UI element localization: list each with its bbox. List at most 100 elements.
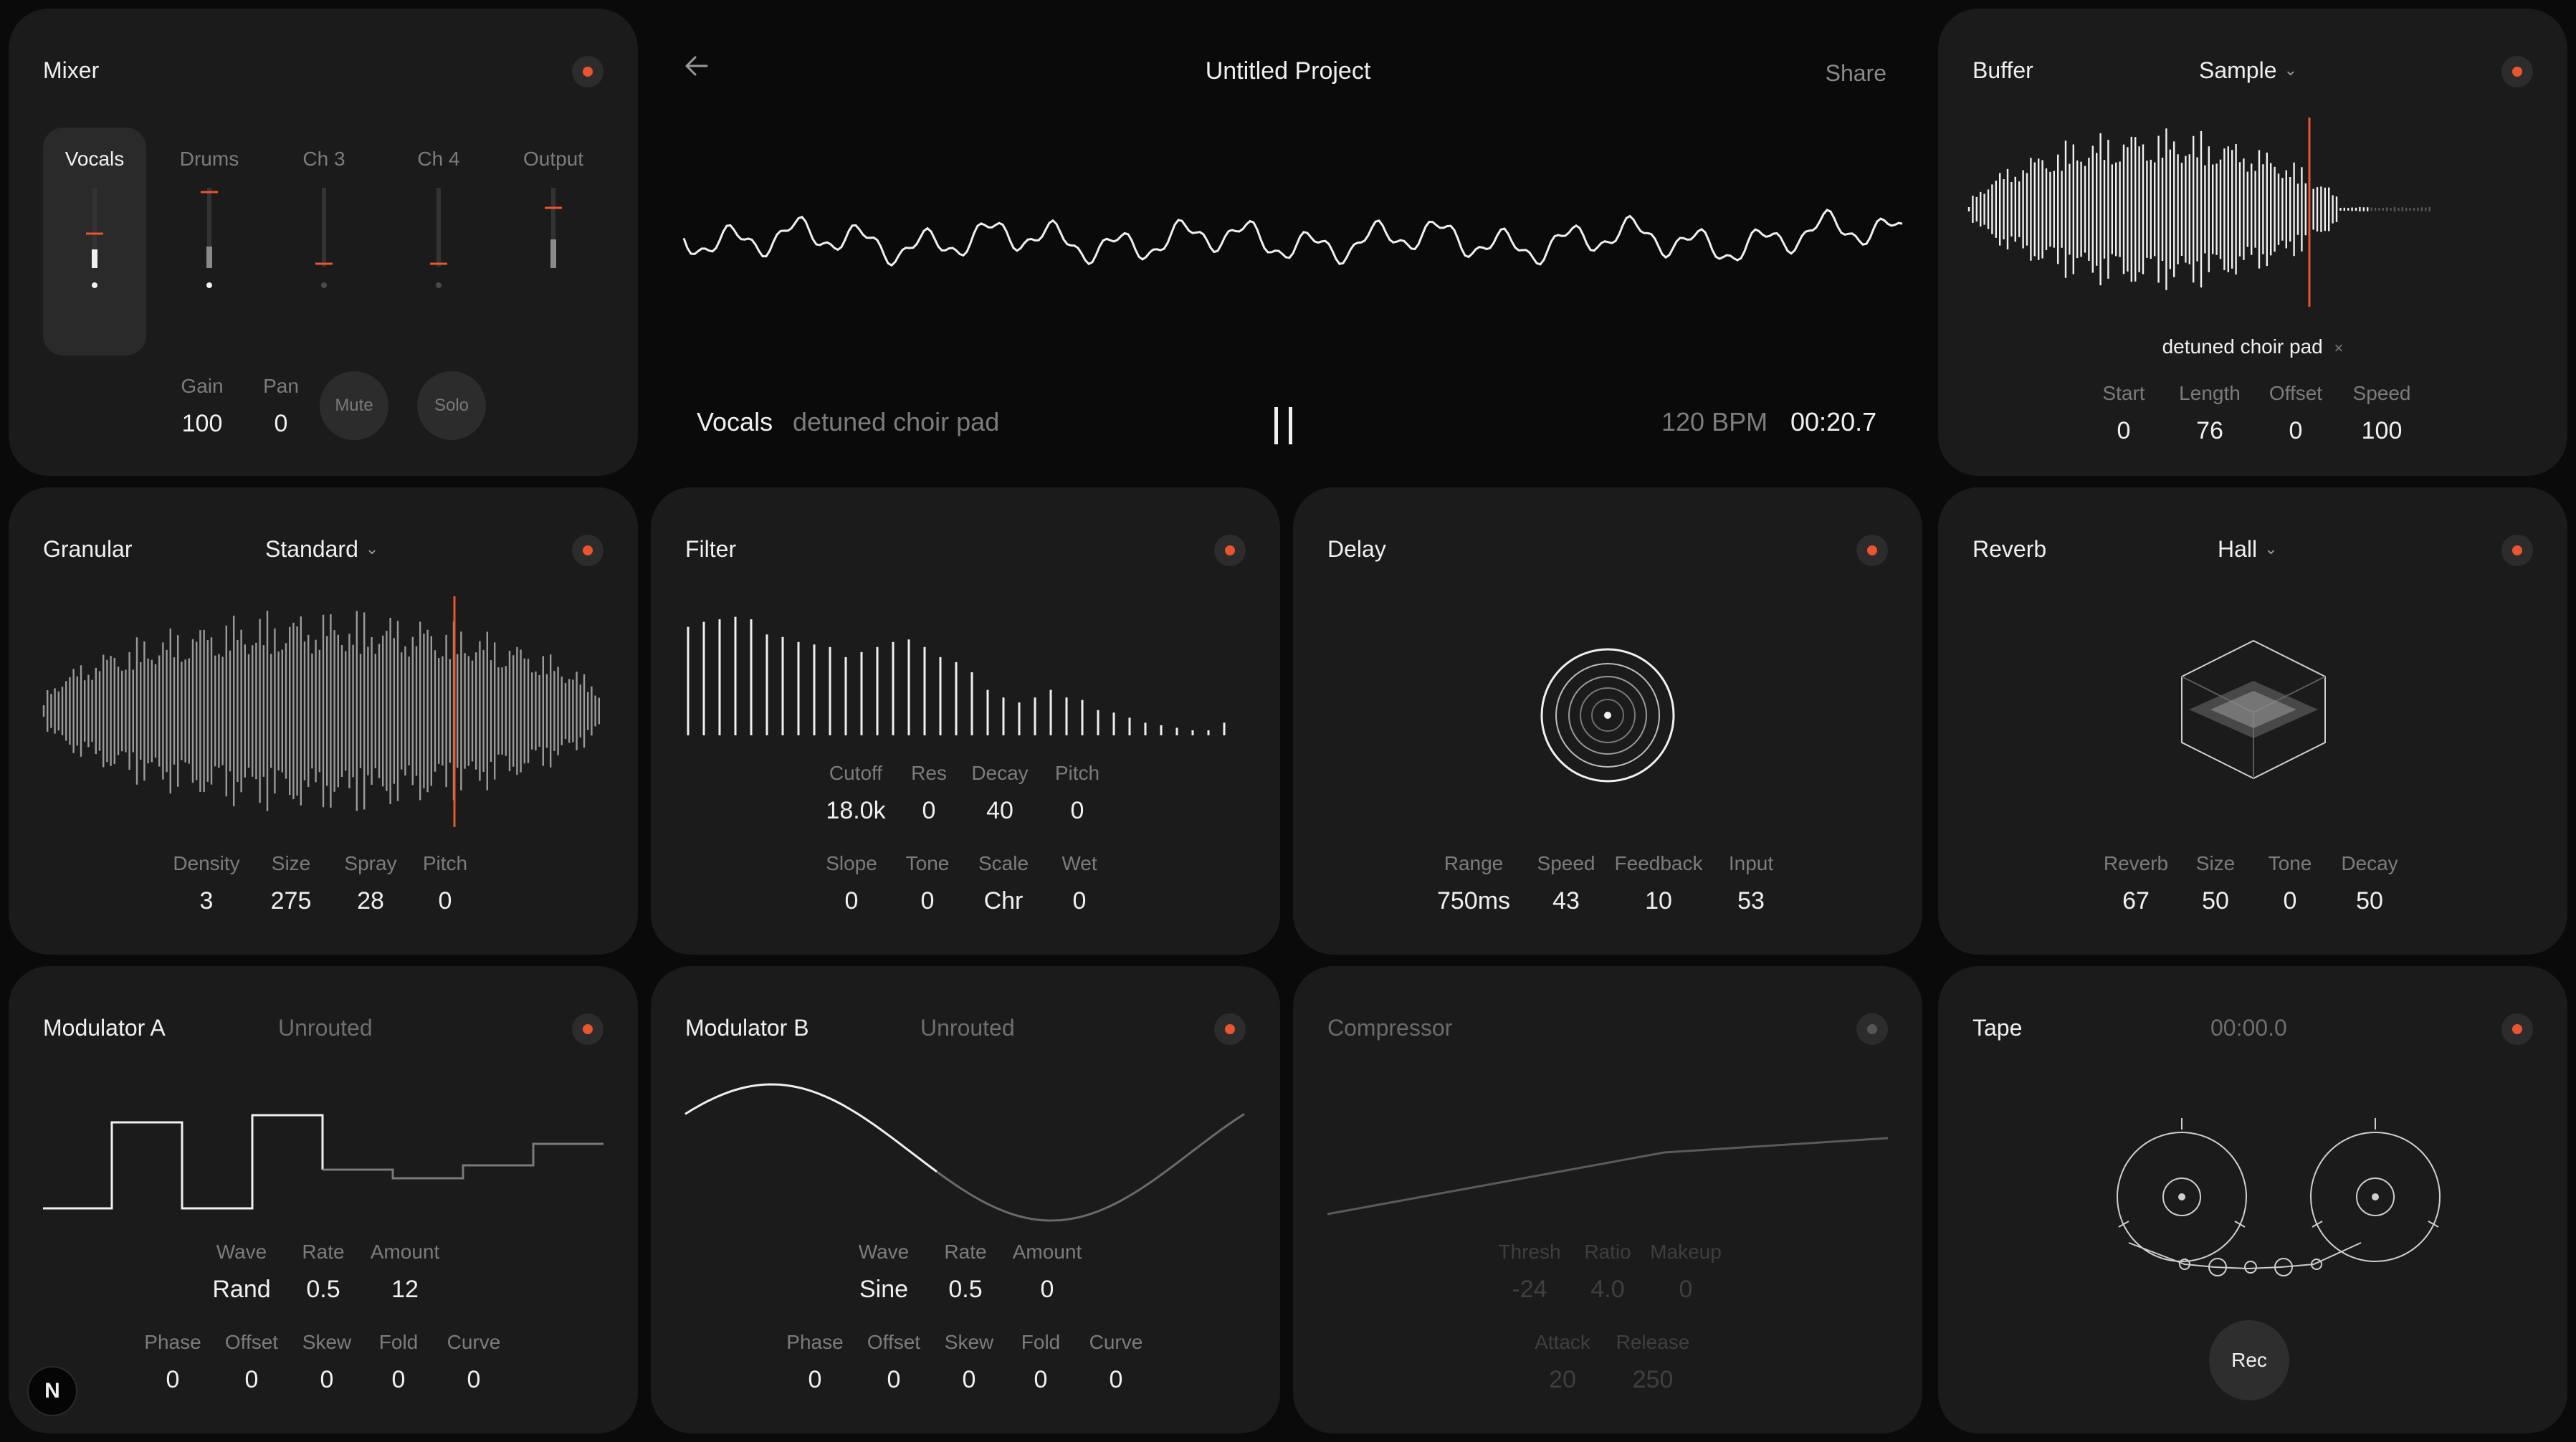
param-label: Decay <box>971 762 1029 784</box>
reverb-amount-param[interactable]: Reverb 67 <box>2099 851 2173 916</box>
amount-param[interactable]: Amount 0 <box>1008 1240 1087 1304</box>
amount-param[interactable]: Amount 12 <box>366 1240 444 1304</box>
param-label: Offset <box>867 1331 921 1353</box>
buffer-mode-dropdown[interactable]: Sample ⌄ <box>2199 57 2297 84</box>
modulator-b-wave[interactable] <box>684 1074 1259 1231</box>
filter-power-toggle[interactable] <box>1214 535 1246 566</box>
param-label: Tone <box>2268 852 2312 874</box>
tone-param[interactable]: Tone 0 <box>893 851 962 916</box>
modulator-b-power-toggle[interactable] <box>1214 1013 1246 1045</box>
modulator-a-power-toggle[interactable] <box>572 1013 604 1045</box>
main-waveform[interactable] <box>682 195 1903 295</box>
delay-power-toggle[interactable] <box>1856 535 1888 566</box>
feedback-param[interactable]: Feedback 10 <box>1612 851 1705 916</box>
modulator-a-wave[interactable] <box>43 1107 616 1236</box>
scale-param[interactable]: Scale Chr <box>969 851 1038 916</box>
wet-param[interactable]: Wet 0 <box>1045 851 1114 916</box>
wave-param[interactable]: Wave Rand <box>202 1240 281 1304</box>
param-label: Cutoff <box>829 762 883 784</box>
curve-param[interactable]: Curve 0 <box>1080 1330 1152 1395</box>
input-param[interactable]: Input 53 <box>1714 851 1788 916</box>
close-icon[interactable]: × <box>2334 339 2344 357</box>
tone-param[interactable]: Tone 0 <box>2258 851 2322 916</box>
delay-rings-visual[interactable] <box>1536 644 1679 787</box>
wave-param[interactable]: Wave Sine <box>844 1240 923 1304</box>
app-logo[interactable]: N <box>27 1366 77 1416</box>
param-label: Amount <box>1012 1241 1082 1263</box>
buffer-power-toggle[interactable] <box>2501 56 2533 87</box>
speed-param[interactable]: Speed 100 <box>2342 381 2422 446</box>
param-label: Wet <box>1062 852 1097 874</box>
reverb-title: Reverb <box>1972 536 2047 562</box>
filter-spectrum[interactable] <box>685 608 1259 751</box>
decay-param[interactable]: Decay 50 <box>2332 851 2407 916</box>
chevron-down-icon: ⌄ <box>2264 540 2278 558</box>
size-param[interactable]: Size 275 <box>254 851 328 916</box>
param-value: 100 <box>181 410 223 437</box>
granular-waveform[interactable] <box>42 596 616 827</box>
modulator-a-routing[interactable]: Unrouted <box>278 1015 373 1041</box>
release-param[interactable]: Release 250 <box>1613 1330 1692 1395</box>
range-param[interactable]: Range 750ms <box>1427 851 1520 916</box>
ratio-param[interactable]: Ratio 4.0 <box>1572 1240 1644 1304</box>
spray-param[interactable]: Spray 28 <box>338 851 403 916</box>
param-value: 0 <box>467 1366 481 1393</box>
granular-power-toggle[interactable] <box>572 535 604 566</box>
compressor-power-toggle[interactable] <box>1856 1013 1888 1045</box>
res-param[interactable]: Res 0 <box>898 761 960 826</box>
reverb-mode-dropdown[interactable]: Hall ⌄ <box>2218 536 2278 563</box>
speed-param[interactable]: Speed 43 <box>1529 851 1603 916</box>
reverb-power-toggle[interactable] <box>2501 535 2533 566</box>
size-param[interactable]: Size 50 <box>2183 851 2248 916</box>
makeup-param[interactable]: Makeup 0 <box>1646 1240 1725 1304</box>
compressor-title: Compressor <box>1327 1015 1453 1041</box>
attack-param[interactable]: Attack 20 <box>1523 1330 1602 1395</box>
param-label: Rate <box>302 1241 345 1263</box>
density-param[interactable]: Density 3 <box>169 851 244 916</box>
granular-mode-dropdown[interactable]: Standard ⌄ <box>265 536 378 563</box>
cutoff-param[interactable]: Cutoff 18.0k <box>816 761 895 826</box>
rate-param[interactable]: Rate 0.5 <box>933 1240 998 1304</box>
param-value: 76 <box>2196 417 2223 444</box>
share-button[interactable]: Share <box>1826 60 1886 87</box>
offset-param[interactable]: Offset 0 <box>858 1330 930 1395</box>
length-param[interactable]: Length 76 <box>2170 381 2250 446</box>
tape-power-toggle[interactable] <box>2501 1013 2533 1045</box>
fold-param[interactable]: Fold 0 <box>1008 1330 1073 1395</box>
mute-button[interactable]: Mute <box>320 371 388 440</box>
buffer-waveform[interactable] <box>1967 118 2542 307</box>
offset-param[interactable]: Offset 0 <box>2256 381 2336 446</box>
param-label: Thresh <box>1498 1241 1561 1263</box>
slope-param[interactable]: Slope 0 <box>817 851 886 916</box>
pitch-param[interactable]: Pitch 0 <box>1040 761 1115 826</box>
mixer-panel: Mixer Vocals Drums Ch 3 Ch 4 Output Gain… <box>9 9 638 476</box>
start-param[interactable]: Start 0 <box>2084 381 2164 446</box>
pitch-param[interactable]: Pitch 0 <box>413 851 477 916</box>
rate-param[interactable]: Rate 0.5 <box>291 1240 356 1304</box>
skew-param[interactable]: Skew 0 <box>937 1330 1001 1395</box>
param-label: Makeup <box>1650 1241 1722 1263</box>
pan-param[interactable]: Pan 0 <box>247 374 315 439</box>
thresh-param[interactable]: Thresh -24 <box>1490 1240 1569 1304</box>
bpm-display[interactable]: 120 BPM <box>1661 407 1768 437</box>
phase-param[interactable]: Phase 0 <box>779 1330 851 1395</box>
pause-icon[interactable] <box>1272 404 1300 447</box>
compressor-curve[interactable] <box>1327 1117 1901 1217</box>
solo-button[interactable]: Solo <box>417 371 486 440</box>
project-title[interactable]: Untitled Project <box>651 57 1925 85</box>
reverb-cube-visual[interactable] <box>2175 638 2332 781</box>
param-value: Chr <box>983 887 1024 915</box>
skew-param[interactable]: Skew 0 <box>295 1330 359 1395</box>
param-label: Decay <box>2341 852 2398 874</box>
curve-param[interactable]: Curve 0 <box>438 1330 510 1395</box>
param-label: Pan <box>263 375 299 397</box>
fold-param[interactable]: Fold 0 <box>366 1330 431 1395</box>
param-label: Length <box>2179 382 2241 404</box>
rec-button[interactable]: Rec <box>2209 1320 2289 1400</box>
granular-params: Density 3 Size 275 Spray 28 Pitch 0 <box>9 851 638 916</box>
decay-param[interactable]: Decay 40 <box>963 761 1037 826</box>
modulator-b-routing[interactable]: Unrouted <box>920 1015 1015 1041</box>
phase-param[interactable]: Phase 0 <box>137 1330 209 1395</box>
offset-param[interactable]: Offset 0 <box>216 1330 287 1395</box>
gain-param[interactable]: Gain 100 <box>168 374 237 439</box>
